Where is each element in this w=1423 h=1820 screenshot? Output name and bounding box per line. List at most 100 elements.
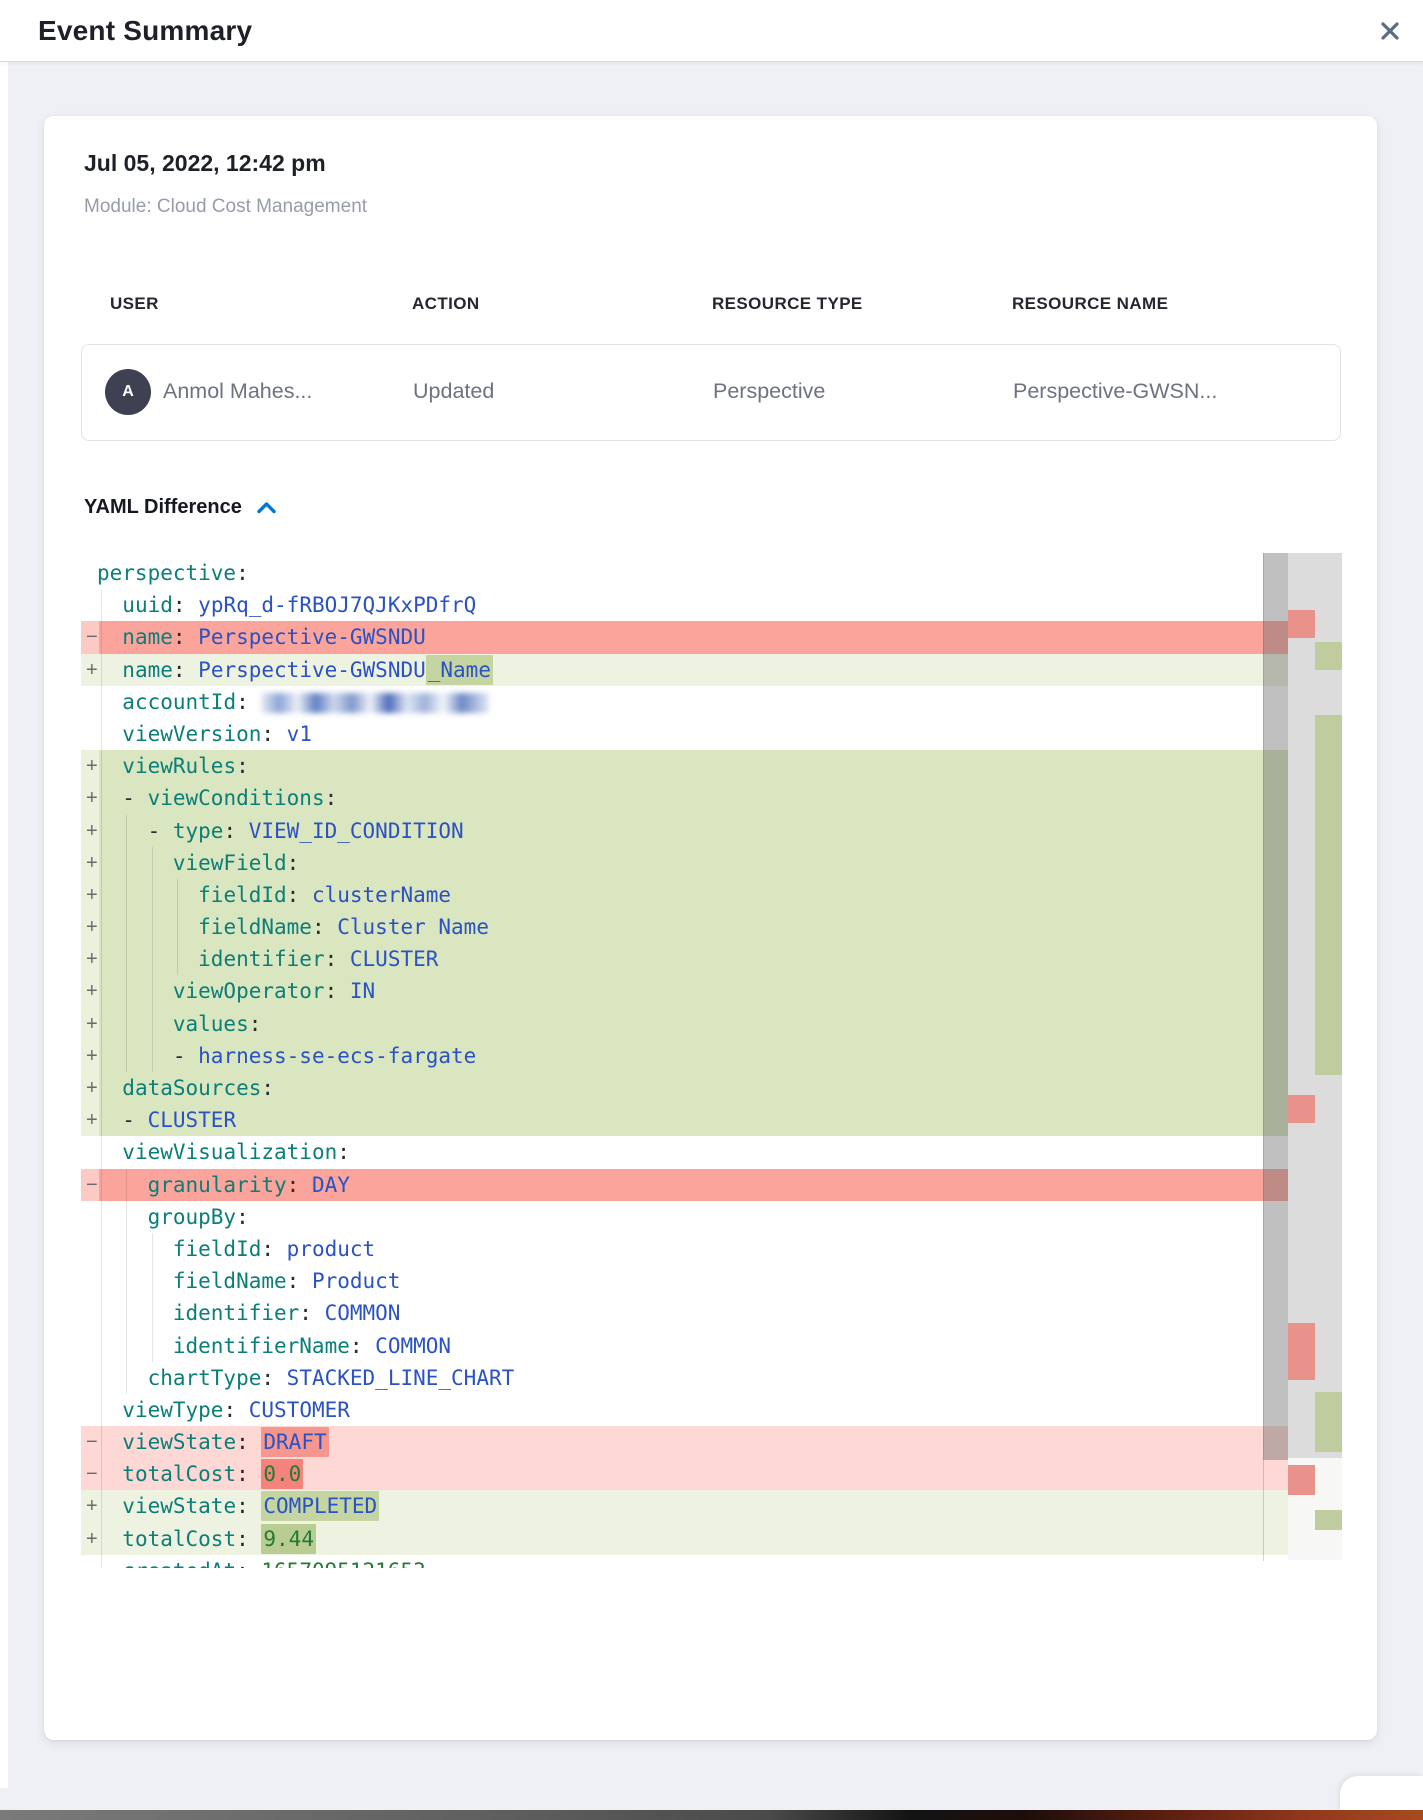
indent-guide	[152, 943, 153, 975]
code-token: :	[287, 851, 300, 875]
added-line-sign: +	[86, 1490, 102, 1522]
code-token: :	[236, 1559, 261, 1568]
code-token: granularity	[148, 1173, 287, 1197]
added-line-sign: +	[86, 975, 102, 1007]
code-token: :	[287, 1173, 312, 1197]
code-token: :	[261, 1237, 286, 1261]
indent-guide	[126, 911, 127, 943]
indent-guide	[126, 1297, 127, 1329]
code-token: :	[223, 819, 248, 843]
code-token: VIEW_ID_CONDITION	[249, 819, 464, 843]
diff-line: identifier: COMMON	[81, 1297, 1288, 1329]
code-token: -	[122, 786, 147, 810]
added-line-sign: +	[86, 1008, 102, 1040]
chevron-up-icon[interactable]	[256, 500, 277, 515]
code-token: viewField	[173, 851, 287, 875]
indent-guide	[126, 1008, 127, 1040]
code-token: :	[261, 1076, 274, 1100]
code-token: uuid	[122, 593, 173, 617]
column-header-user: USER	[110, 294, 159, 314]
added-line-sign: +	[86, 1072, 102, 1104]
code-token: IN	[350, 979, 375, 1003]
indent-guide	[101, 1330, 102, 1362]
code-token: groupBy	[148, 1205, 237, 1229]
indent-guide	[126, 1169, 127, 1201]
diff-line: fieldId: product	[81, 1233, 1288, 1265]
diff-line: + identifier: CLUSTER	[81, 943, 1288, 975]
code-token: Perspective-GWSNDU	[198, 658, 426, 682]
added-line-sign: +	[86, 750, 102, 782]
diff-line: + fieldName: Cluster Name	[81, 911, 1288, 943]
code-token: :	[287, 1269, 312, 1293]
diff-line: − viewState: DRAFT	[81, 1426, 1288, 1458]
yaml-difference-section: YAML Difference	[84, 496, 277, 519]
code-token: harness-se-ecs-fargate	[198, 1044, 476, 1068]
indent-guide	[152, 1330, 153, 1362]
yaml-diff-viewer: perspective: uuid: ypRq_d-fRBOJ7QJKxPDfr…	[81, 553, 1342, 1568]
diff-code-lines: perspective: uuid: ypRq_d-fRBOJ7QJKxPDfr…	[81, 557, 1288, 1568]
diff-overview-ruler[interactable]	[1288, 553, 1342, 1568]
removed-line-sign: −	[86, 1458, 102, 1490]
code-token: -	[173, 1044, 198, 1068]
code-token: viewType	[122, 1398, 223, 1422]
diff-line: + viewField:	[81, 847, 1288, 879]
added-line-sign: +	[86, 782, 102, 814]
code-token: totalCost	[122, 1462, 236, 1486]
close-button[interactable]	[1371, 13, 1409, 51]
indent-guide	[126, 1040, 127, 1072]
code-token: 1657095121653	[261, 1559, 425, 1568]
modal-header: Event Summary	[0, 0, 1423, 62]
code-token: :	[173, 593, 198, 617]
code-token: _Name	[426, 655, 493, 685]
ruler-added-marker	[1315, 1392, 1342, 1452]
indent-guide	[177, 879, 178, 911]
diff-line: viewVersion: v1	[81, 718, 1288, 750]
indent-guide	[101, 1394, 102, 1426]
indent-guide	[152, 1040, 153, 1072]
code-token: v1	[287, 722, 312, 746]
added-line-sign: +	[86, 654, 102, 686]
indent-guide	[152, 1233, 153, 1265]
code-token: type	[173, 819, 224, 843]
code-token: :	[325, 786, 338, 810]
diff-line: − totalCost: 0.0	[81, 1458, 1288, 1490]
code-token: :	[236, 561, 249, 585]
diff-line: groupBy:	[81, 1201, 1288, 1233]
code-token: Perspective-GWSNDU	[198, 625, 426, 649]
scrollbar-thumb[interactable]	[1263, 553, 1288, 1460]
scrollbar-track-line	[1263, 1460, 1264, 1561]
code-token: :	[173, 625, 198, 649]
diff-line: uuid: ypRq_d-fRBOJ7QJKxPDfrQ	[81, 589, 1288, 621]
audit-table-row[interactable]: A Anmol Mahes... Updated Perspective Per…	[81, 344, 1341, 441]
indent-guide	[126, 879, 127, 911]
diff-line: + viewOperator: IN	[81, 975, 1288, 1007]
indent-guide	[177, 911, 178, 943]
code-token: :	[236, 1494, 261, 1518]
audit-table-header: USER ACTION RESOURCE TYPE RESOURCE NAME	[110, 294, 1341, 314]
indent-guide	[101, 686, 102, 718]
diff-line: perspective:	[81, 557, 1288, 589]
code-token: accountId	[122, 690, 236, 714]
code-token: -	[148, 819, 173, 843]
indent-guide	[152, 1265, 153, 1297]
code-token: :	[350, 1334, 375, 1358]
code-token: 0.0	[261, 1459, 303, 1489]
code-token: viewVersion	[122, 722, 261, 746]
indent-guide	[126, 1330, 127, 1362]
code-token: CLUSTER	[148, 1108, 237, 1132]
indent-guide	[101, 1233, 102, 1265]
indent-guide	[126, 815, 127, 847]
code-token: -	[122, 1108, 147, 1132]
code-token: Product	[312, 1269, 401, 1293]
yaml-difference-label: YAML Difference	[84, 496, 242, 519]
code-token: clusterName	[312, 883, 451, 907]
code-token: COMMON	[325, 1301, 401, 1325]
diff-line: fieldName: Product	[81, 1265, 1288, 1297]
indent-guide	[126, 1265, 127, 1297]
code-token: fieldId	[198, 883, 287, 907]
diff-line: + - CLUSTER	[81, 1104, 1288, 1136]
code-token: :	[337, 1140, 350, 1164]
removed-line-sign: −	[86, 1169, 102, 1201]
indent-guide	[152, 975, 153, 1007]
indent-guide	[101, 1555, 102, 1568]
